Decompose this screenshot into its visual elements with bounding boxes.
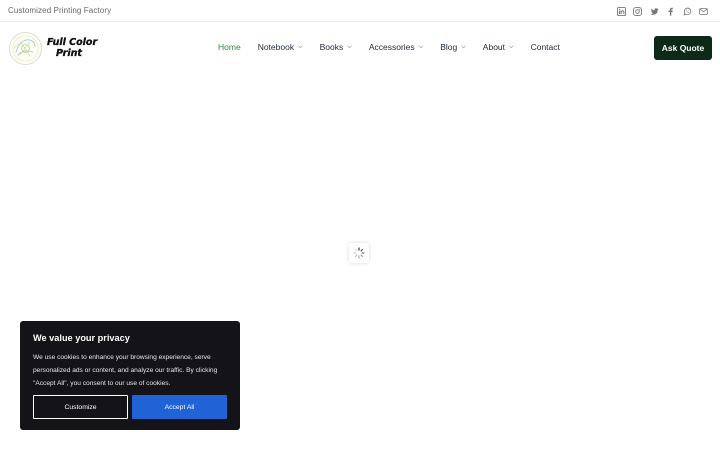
nav-about[interactable]: About ⌵ bbox=[483, 42, 514, 52]
twitter-icon[interactable] bbox=[646, 4, 663, 18]
chevron-down-icon: ⌵ bbox=[461, 43, 466, 50]
cookie-title: We value your privacy bbox=[33, 333, 130, 343]
cookie-actions: Customize Accept All bbox=[33, 395, 227, 419]
logo-line-1: Full Color bbox=[47, 36, 98, 48]
chevron-down-icon: ⌵ bbox=[418, 43, 424, 50]
facebook-icon[interactable] bbox=[663, 4, 680, 18]
social-links bbox=[613, 4, 712, 18]
chevron-down-icon: ⌵ bbox=[347, 43, 352, 50]
logo-line-2: Print bbox=[56, 48, 82, 59]
main-nav: Home Notebook ⌵ Books ⌵ Accessories ⌵ Blog ⌵… bbox=[218, 42, 560, 52]
site-logo[interactable]: Full Color Print bbox=[8, 28, 98, 68]
logo-wordmark: Full Color Print bbox=[47, 36, 98, 59]
nav-label: Accessories bbox=[368, 42, 415, 52]
loading-spinner bbox=[349, 243, 369, 263]
chevron-down-icon: ⌵ bbox=[298, 43, 303, 50]
ask-quote-button[interactable]: Ask Quote bbox=[654, 36, 712, 60]
top-bar: Customized Printing Factory bbox=[0, 0, 720, 22]
cookie-description: We use cookies to enhance your browsing … bbox=[33, 354, 218, 387]
accept-all-button[interactable]: Accept All bbox=[132, 395, 227, 419]
spinner-icon bbox=[353, 247, 365, 259]
nav-home[interactable]: Home bbox=[218, 42, 241, 52]
customize-button[interactable]: Customize bbox=[33, 395, 128, 419]
instagram-icon[interactable] bbox=[630, 4, 647, 18]
whatsapp-icon[interactable] bbox=[679, 4, 696, 18]
linkedin-icon[interactable] bbox=[613, 4, 630, 18]
nav-label: Home bbox=[218, 42, 241, 52]
nav-label: Contact bbox=[530, 42, 560, 52]
nav-label: Notebook bbox=[257, 42, 295, 52]
chevron-down-icon: ⌵ bbox=[509, 43, 514, 50]
nav-books[interactable]: Books ⌵ bbox=[320, 42, 352, 52]
nav-notebook[interactable]: Notebook ⌵ bbox=[258, 42, 303, 52]
email-icon[interactable] bbox=[696, 4, 713, 18]
nav-label: Books bbox=[319, 42, 344, 52]
site-header: Full Color Print Home Notebook ⌵ Books ⌵ A… bbox=[0, 23, 720, 73]
logo-mark-icon bbox=[9, 31, 42, 65]
nav-blog[interactable]: Blog ⌵ bbox=[440, 42, 466, 52]
cookie-consent-banner: We value your privacy We use cookies to … bbox=[20, 321, 240, 430]
nav-label: About bbox=[482, 42, 506, 52]
nav-label: Blog bbox=[440, 42, 458, 52]
nav-contact[interactable]: Contact bbox=[531, 42, 560, 52]
nav-accessories[interactable]: Accessories ⌵ bbox=[369, 42, 423, 52]
site-tagline: Customized Printing Factory bbox=[8, 6, 112, 15]
